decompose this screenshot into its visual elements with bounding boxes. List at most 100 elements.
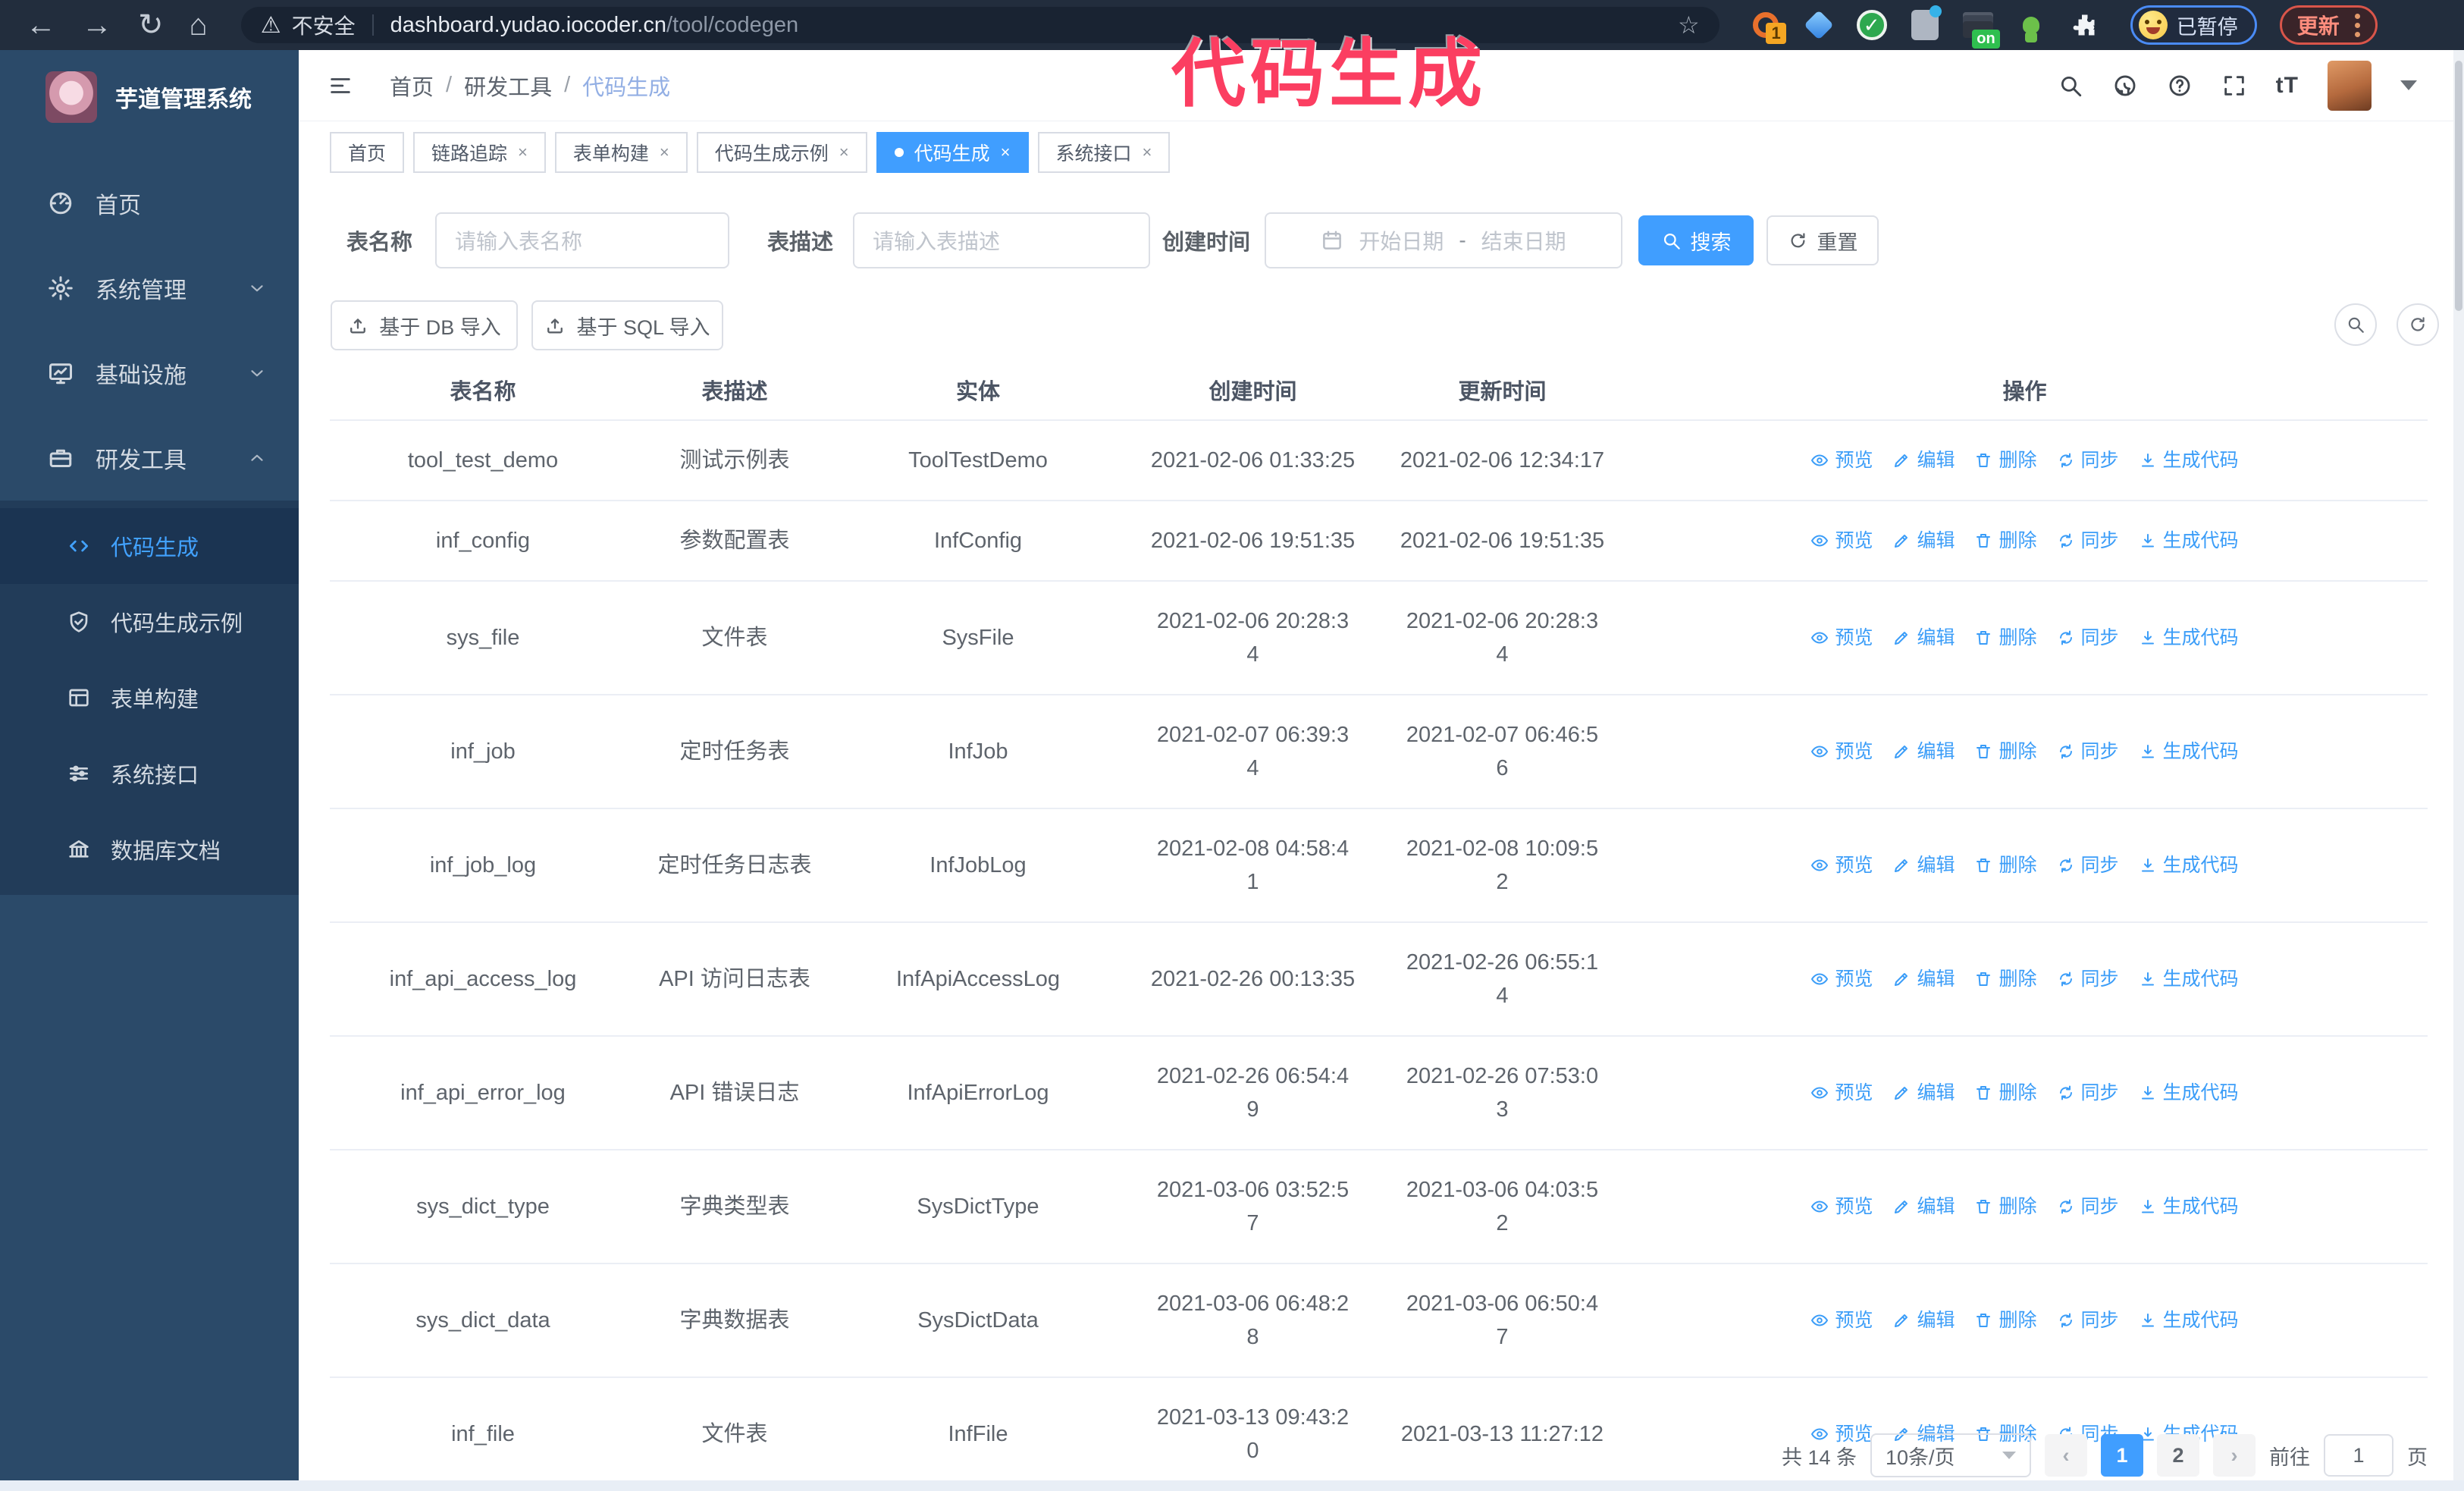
tab-1[interactable]: 链路追踪 × — [413, 132, 546, 173]
sidebar-item-2[interactable]: 基础设施 — [0, 331, 299, 416]
action-link[interactable]: 编辑 — [1892, 735, 1955, 768]
action-link[interactable]: 生成代码 — [2139, 735, 2239, 768]
action-link[interactable]: 编辑 — [1892, 444, 1955, 477]
page-button-2[interactable]: 2 — [2157, 1434, 2199, 1477]
tab-close-icon[interactable]: × — [518, 143, 528, 162]
extensions-puzzle-icon[interactable] — [2068, 9, 2100, 41]
action-link[interactable]: 编辑 — [1892, 621, 1955, 654]
action-link[interactable]: 编辑 — [1892, 1304, 1955, 1337]
action-link[interactable]: 预览 — [1810, 1304, 1873, 1337]
goto-page-input[interactable] — [2324, 1434, 2393, 1477]
action-link[interactable]: 删除 — [1974, 444, 2037, 477]
sidebar-item-1[interactable]: 系统管理 — [0, 246, 299, 331]
action-link[interactable]: 同步 — [2057, 621, 2119, 654]
action-link[interactable]: 同步 — [2057, 1076, 2119, 1110]
action-link[interactable]: 编辑 — [1892, 962, 1955, 996]
tab-4[interactable]: 代码生成 × — [876, 132, 1029, 173]
reset-button[interactable]: 重置 — [1766, 215, 1879, 265]
submenu-item-1[interactable]: 代码生成示例 — [0, 584, 299, 660]
tab-close-icon[interactable]: × — [839, 143, 849, 162]
page-size-select[interactable]: 10条/页 — [1870, 1433, 2031, 1477]
github-icon[interactable] — [2112, 73, 2138, 99]
profile-paused-pill[interactable]: 已暂停 — [2130, 5, 2257, 45]
sidebar-item-0[interactable]: 首页 — [0, 161, 299, 246]
chevron-down-icon[interactable] — [2400, 80, 2417, 90]
action-link[interactable]: 生成代码 — [2139, 1190, 2239, 1223]
back-icon[interactable]: ← — [26, 10, 56, 40]
search-button[interactable]: 搜索 — [1638, 215, 1754, 265]
action-link[interactable]: 预览 — [1810, 962, 1873, 996]
action-link[interactable]: 删除 — [1974, 1076, 2037, 1110]
font-size-icon[interactable]: tT — [2276, 73, 2299, 99]
forward-icon[interactable]: → — [82, 10, 112, 40]
app-logo-row[interactable]: 芋道管理系统 — [0, 50, 299, 141]
search-icon[interactable] — [2058, 73, 2083, 99]
action-link[interactable]: 预览 — [1810, 735, 1873, 768]
extension-android-icon[interactable] — [2015, 9, 2047, 42]
import-sql-button[interactable]: 基于 SQL 导入 — [531, 300, 723, 350]
tab-2[interactable]: 表单构建 × — [554, 132, 688, 173]
action-link[interactable]: 预览 — [1810, 444, 1873, 477]
action-link[interactable]: 生成代码 — [2139, 962, 2239, 996]
address-bar[interactable]: ⚠ 不安全 dashboard.yudao.iocoder.cn /tool/c… — [240, 7, 1719, 43]
extension-check-icon[interactable]: ✓ — [1856, 9, 1888, 41]
prev-page-button[interactable]: ‹ — [2045, 1434, 2087, 1477]
action-link[interactable]: 同步 — [2057, 1190, 2119, 1223]
tab-5[interactable]: 系统接口 × — [1037, 132, 1171, 173]
action-link[interactable]: 预览 — [1810, 621, 1873, 654]
update-button[interactable]: 更新 — [2279, 5, 2378, 45]
action-link[interactable]: 同步 — [2057, 962, 2119, 996]
action-link[interactable]: 生成代码 — [2139, 524, 2239, 557]
action-link[interactable]: 预览 — [1810, 849, 1873, 882]
submenu-item-0[interactable]: 代码生成 — [0, 508, 299, 584]
tab-close-icon[interactable]: × — [660, 143, 669, 162]
extension-sliders-icon[interactable] — [1909, 5, 1942, 41]
action-link[interactable]: 编辑 — [1892, 524, 1955, 557]
extension-gem-icon[interactable] — [1803, 9, 1835, 41]
action-link[interactable]: 删除 — [1974, 962, 2037, 996]
action-link[interactable]: 同步 — [2057, 1304, 2119, 1337]
action-link[interactable]: 同步 — [2057, 735, 2119, 768]
action-link[interactable]: 同步 — [2057, 524, 2119, 557]
submenu-item-2[interactable]: 表单构建 — [0, 660, 299, 736]
action-link[interactable]: 生成代码 — [2139, 1076, 2239, 1110]
scrollbar-horizontal[interactable] — [0, 1480, 2464, 1491]
user-avatar[interactable] — [2328, 60, 2372, 111]
fullscreen-icon[interactable] — [2221, 73, 2247, 99]
action-link[interactable]: 同步 — [2057, 849, 2119, 882]
action-link[interactable]: 删除 — [1974, 524, 2037, 557]
reload-icon[interactable]: ↻ — [138, 10, 164, 40]
date-range-picker[interactable]: 开始日期 - 结束日期 — [1265, 212, 1622, 268]
help-icon[interactable] — [2167, 73, 2193, 99]
submenu-item-4[interactable]: 数据库文档 — [0, 811, 299, 887]
action-link[interactable]: 删除 — [1974, 735, 2037, 768]
action-link[interactable]: 生成代码 — [2139, 849, 2239, 882]
action-link[interactable]: 编辑 — [1892, 849, 1955, 882]
action-link[interactable]: 删除 — [1974, 621, 2037, 654]
tab-close-icon[interactable]: × — [1001, 143, 1011, 162]
tab-3[interactable]: 代码生成示例 × — [696, 132, 867, 173]
next-page-button[interactable]: › — [2213, 1434, 2256, 1477]
action-link[interactable]: 删除 — [1974, 1304, 2037, 1337]
action-link[interactable]: 生成代码 — [2139, 1304, 2239, 1337]
action-link[interactable]: 删除 — [1974, 1190, 2037, 1223]
extension-switch-icon[interactable]: on — [1962, 9, 2000, 49]
extension-orange-icon[interactable]: 1 — [1750, 9, 1786, 44]
scrollbar-thumb[interactable] — [2455, 61, 2462, 311]
action-link[interactable]: 预览 — [1810, 1190, 1873, 1223]
sidebar-item-3[interactable]: 研发工具 — [0, 416, 299, 501]
import-db-button[interactable]: 基于 DB 导入 — [331, 300, 518, 350]
action-link[interactable]: 删除 — [1974, 849, 2037, 882]
submenu-item-3[interactable]: 系统接口 — [0, 736, 299, 811]
tab-0[interactable]: 首页 — [330, 132, 405, 173]
table-desc-input[interactable]: 请输入表描述 — [853, 212, 1150, 268]
action-link[interactable]: 编辑 — [1892, 1190, 1955, 1223]
action-link[interactable]: 生成代码 — [2139, 621, 2239, 654]
action-link[interactable]: 编辑 — [1892, 1076, 1955, 1110]
bookmark-star-icon[interactable]: ☆ — [1678, 11, 1700, 39]
kebab-menu-icon[interactable] — [2354, 13, 2360, 37]
page-button-1[interactable]: 1 — [2101, 1434, 2143, 1477]
action-link[interactable]: 预览 — [1810, 524, 1873, 557]
table-name-input[interactable]: 请输入表名称 — [435, 212, 729, 268]
scrollbar-vertical[interactable] — [2453, 50, 2464, 1491]
